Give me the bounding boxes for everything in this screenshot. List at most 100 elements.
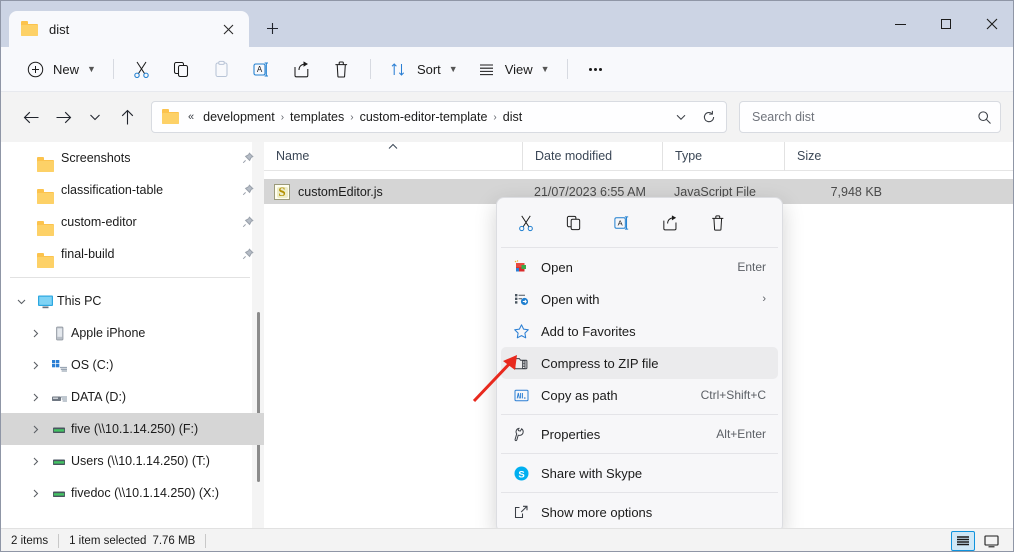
forward-button[interactable] [47,101,79,133]
search-icon[interactable] [977,110,992,125]
window-controls [877,1,1013,47]
tab-dist[interactable]: dist [9,11,249,47]
sidebar-item-final-build[interactable]: final-build [1,238,264,270]
drive-icon [47,390,71,405]
sort-ascending-icon [388,143,399,150]
new-tab-button[interactable] [255,11,289,45]
cut-icon [132,60,151,79]
divider [501,492,778,493]
breadcrumb-overflow-icon[interactable]: « [182,111,198,123]
delete-button[interactable] [703,208,733,238]
breadcrumb-item-dist[interactable]: dist [498,107,527,127]
share-button[interactable] [282,53,322,85]
column-header-name[interactable]: Name [264,142,522,171]
chevron-down-icon[interactable] [9,296,33,307]
context-menu-item-label: Copy as path [541,387,618,403]
chevron-right-icon[interactable] [23,392,47,403]
back-button[interactable] [15,101,47,133]
maximize-button[interactable] [923,1,969,47]
file-name-cell: customEditor.js [264,183,522,200]
svg-text:A: A [618,219,624,228]
column-header-size[interactable]: Size [784,141,896,171]
breadcrumb-item-custom-editor-template[interactable]: custom-editor-template [355,107,493,127]
view-toggles [951,531,1009,551]
context-menu-item-open[interactable]: Open Enter [501,251,778,283]
pin-icon[interactable] [242,184,254,196]
share-button[interactable] [655,208,685,238]
rename-button[interactable]: A [607,208,637,238]
sidebar-item-five-f[interactable]: five (\\10.1.14.250) (F:) [1,413,264,445]
chevron-right-icon[interactable] [23,488,47,499]
context-menu-item-open-with[interactable]: Open with › [501,283,778,315]
copy-button[interactable] [162,53,202,85]
large-icons-view-button[interactable] [979,531,1003,551]
breadcrumb-separator[interactable]: › [349,112,354,123]
svg-text:A: A [257,65,263,74]
share-icon [661,214,679,232]
divider [58,534,60,548]
more-options-button[interactable] [576,53,616,85]
pin-icon[interactable] [242,248,254,260]
search-box[interactable] [739,101,1001,133]
close-icon[interactable] [215,16,241,42]
search-input[interactable] [752,110,977,124]
details-view-button[interactable] [951,531,975,551]
sort-button[interactable]: Sort ▼ [379,53,467,85]
sidebar-item-apple-iphone[interactable]: Apple iPhone [1,317,264,349]
column-header-type[interactable]: Type [662,141,784,171]
sidebar-item-classification-table[interactable]: classification-table [1,174,264,206]
pin-icon[interactable] [242,152,254,164]
breadcrumb-item-development[interactable]: development [198,107,280,127]
breadcrumb-separator[interactable]: › [492,112,497,123]
context-menu-item-accel: Enter [737,260,766,274]
sidebar-item-label: five (\\10.1.14.250) (F:) [71,422,199,436]
copy-button[interactable] [559,208,589,238]
paste-icon [212,60,231,79]
sidebar-item-this-pc[interactable]: This PC [1,285,264,317]
column-header-date-modified[interactable]: Date modified [522,141,662,171]
context-menu-item-add-to-favorites[interactable]: Add to Favorites [501,315,778,347]
context-menu-item-copy-as-path[interactable]: Copy as path Ctrl+Shift+C [501,379,778,411]
delete-button[interactable] [322,53,362,85]
refresh-icon[interactable] [696,104,722,130]
sidebar-item-custom-editor[interactable]: custom-editor [1,206,264,238]
up-button[interactable] [111,101,143,133]
chevron-right-icon[interactable] [23,328,47,339]
cut-button[interactable] [122,53,162,85]
context-menu-item-share-with-skype[interactable]: S Share with Skype [501,457,778,489]
context-menu-item-show-more-options[interactable]: Show more options [501,496,778,528]
sidebar-item-label: Apple iPhone [71,326,146,340]
sidebar-item-os-c[interactable]: OS (C:) [1,349,264,381]
plus-circle-icon [24,58,46,80]
cut-button[interactable] [511,208,541,238]
pin-icon[interactable] [242,216,254,228]
new-button[interactable]: New ▼ [15,53,105,85]
sidebar-item-data-d[interactable]: DATA (D:) [1,381,264,413]
chevron-right-icon[interactable] [23,456,47,467]
sidebar-item-fivedoc-x[interactable]: fivedoc (\\10.1.14.250) (X:) [1,477,264,509]
sidebar-item-label: Screenshots [61,151,131,165]
address-bar[interactable]: « development › templates › custom-edito… [151,101,727,133]
phone-icon [47,326,71,341]
context-menu-item-label: Properties [541,426,601,442]
minimize-button[interactable] [877,1,923,47]
breadcrumb: development › templates › custom-editor-… [198,107,668,127]
open-icon [513,259,541,276]
column-header-label: Date modified [535,149,613,163]
context-menu-item-properties[interactable]: Properties Alt+Enter [501,418,778,450]
context-menu-item-compress-to-zip-file[interactable]: Compress to ZIP file [501,347,778,379]
chevron-right-icon[interactable] [23,424,47,435]
chevron-right-icon[interactable] [23,360,47,371]
view-button[interactable]: View ▼ [467,53,559,85]
sidebar-item-label: DATA (D:) [71,390,127,404]
rename-button[interactable]: A [242,53,282,85]
paste-button[interactable] [202,53,242,85]
sidebar-item-label: classification-table [61,183,164,197]
context-menu-item-accel: Alt+Enter [716,427,766,441]
close-window-button[interactable] [969,1,1013,47]
recent-locations-button[interactable] [79,101,111,133]
breadcrumb-item-templates[interactable]: templates [285,107,349,127]
chevron-down-icon[interactable] [668,104,694,130]
sidebar-item-users-t[interactable]: Users (\\10.1.14.250) (T:) [1,445,264,477]
sidebar-item-screenshots[interactable]: Screenshots [1,142,264,174]
